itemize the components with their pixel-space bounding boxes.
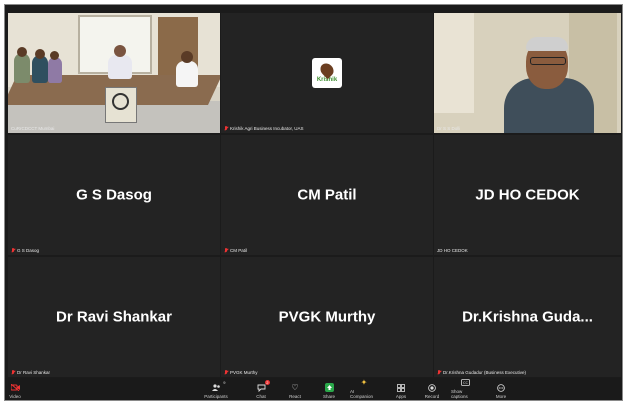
chat-button[interactable]: 2 Chat (247, 380, 275, 399)
participant-tile-krishik[interactable]: Krishik Krishik Agri Business Incubator,… (221, 13, 433, 133)
video-off-icon (10, 383, 20, 392)
chat-icon: 2 (257, 380, 270, 392)
participant-tile-dolli[interactable]: Dr S S Dolli (434, 13, 621, 133)
participant-tile-dasog[interactable]: G S Dasog G S Dasog (8, 135, 220, 255)
participant-tile-patil[interactable]: CM Patil CM Patil (221, 135, 433, 255)
participant-label: G S Dasog (11, 248, 39, 253)
video-feed (8, 13, 220, 133)
participant-display-name: JD HO CEDOK (475, 186, 580, 204)
apps-icon (397, 383, 406, 392)
mic-muted-icon (224, 248, 228, 253)
react-button[interactable]: ♡ React (281, 383, 309, 399)
participant-label: CuRrCDCCT Mumbai (11, 126, 55, 131)
participant-tile-room[interactable]: CuRrCDCCT Mumbai (8, 13, 220, 133)
participant-label: CM Patil (224, 248, 247, 253)
participant-label: JD HO CEDOK (437, 248, 468, 253)
share-button[interactable]: Share (315, 383, 343, 399)
participant-label: Dr Ravi Shankar (11, 370, 50, 375)
heart-icon: ♡ (291, 383, 299, 392)
participant-tile-ravi-shankar[interactable]: Dr Ravi Shankar Dr Ravi Shankar (8, 257, 220, 377)
participant-label: Krishik Agri Business Incubator, UAS (224, 126, 304, 131)
meeting-toolbar: Video 9 Participants 2 Chat ♡ React Shar… (5, 378, 622, 400)
mic-muted-icon (437, 370, 441, 375)
mic-muted-icon (224, 370, 228, 375)
record-icon (428, 383, 437, 392)
participant-label: Dr S S Dolli (437, 126, 461, 131)
ai-companion-button[interactable]: ✦ AI Companion (350, 378, 378, 399)
participant-display-name: Dr Ravi Shankar (56, 308, 172, 326)
participant-tile-krishna-gudadur[interactable]: Dr.Krishna Guda... Dr.Krishna Gudadur (B… (434, 257, 621, 377)
participant-display-name: PVGK Murthy (278, 308, 376, 326)
participant-display-name: CM Patil (297, 186, 357, 204)
svg-text:CC: CC (463, 381, 468, 385)
participant-label: Dr.Krishna Gudadur (Business Executive) (437, 370, 526, 375)
captions-button[interactable]: CC Show captions (451, 378, 479, 399)
participant-label: PVGK Murthy (224, 370, 258, 375)
captions-icon: CC (460, 378, 470, 387)
gallery-view: CuRrCDCCT Mumbai Krishik Krishik Agri Bu… (8, 13, 621, 381)
video-button[interactable]: Video (5, 383, 29, 399)
more-icon (497, 383, 506, 392)
record-button[interactable]: Record (418, 383, 446, 399)
participant-display-name: Dr.Krishna Guda... (462, 308, 593, 326)
participant-display-name: G S Dasog (76, 186, 152, 204)
zoom-meeting-window: CuRrCDCCT Mumbai Krishik Krishik Agri Bu… (4, 4, 623, 401)
apps-button[interactable]: Apps (387, 383, 415, 399)
participants-icon: 9 (211, 380, 226, 392)
video-feed (434, 13, 621, 133)
sparkle-icon: ✦ (360, 378, 368, 387)
participants-button[interactable]: 9 Participants (202, 380, 230, 399)
participant-tile-jd-ho[interactable]: JD HO CEDOK JD HO CEDOK (434, 135, 621, 255)
emblem-board (105, 87, 137, 123)
mic-muted-icon (11, 248, 15, 253)
mic-muted-icon (11, 370, 15, 375)
krishik-logo: Krishik (312, 58, 342, 88)
participant-tile-murthy[interactable]: PVGK Murthy PVGK Murthy (221, 257, 433, 377)
more-button[interactable]: More (487, 383, 515, 399)
share-icon (324, 383, 334, 392)
mic-muted-icon (224, 126, 228, 131)
